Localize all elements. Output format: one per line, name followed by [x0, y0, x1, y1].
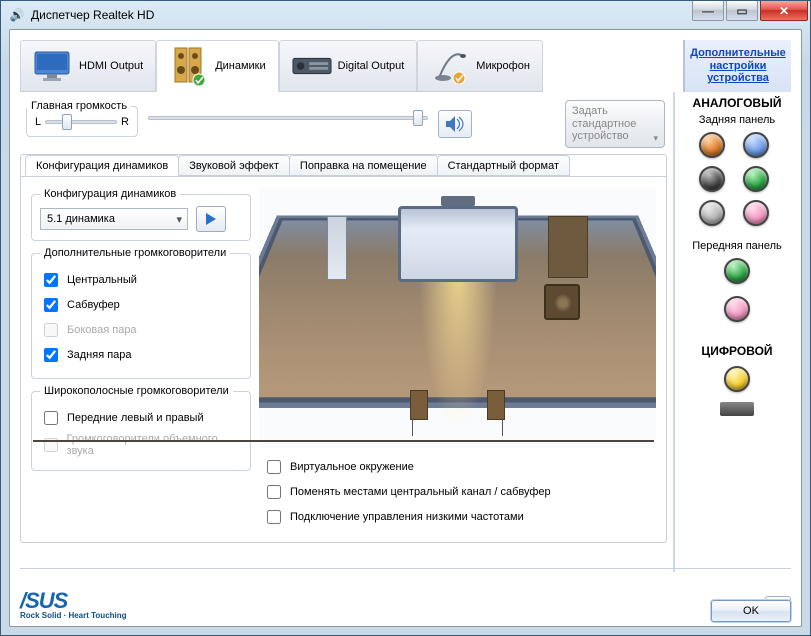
speaker-layout-illustration[interactable] [259, 188, 656, 448]
subtab-sound-effect[interactable]: Звуковой эффект [178, 155, 290, 176]
close-button[interactable]: ✕ [760, 1, 808, 21]
fullrange-speakers-group: Широкополосные громкоговорители Передние… [31, 385, 251, 471]
checkbox-bass-management[interactable]: Подключение управления низкими частотами [263, 507, 656, 527]
checkbox-subwoofer[interactable]: Сабвуфер [40, 295, 242, 315]
subtab-speaker-config[interactable]: Конфигурация динамиков [25, 155, 179, 176]
room-front-left [327, 216, 347, 280]
volume-slider[interactable] [148, 116, 428, 120]
speakers-icon [169, 48, 209, 84]
app-window: 🔊 Диспетчер Realtek HD — ▭ ✕ HDMI Output… [0, 0, 811, 636]
checkbox-swap-center-sub[interactable]: Поменять местами центральный канал / саб… [263, 482, 656, 502]
speaker-config-legend: Конфигурация динамиков [40, 188, 180, 200]
monitor-icon [33, 48, 73, 84]
jack-back-blue[interactable] [743, 132, 769, 158]
tab-hdmi-output[interactable]: HDMI Output [20, 40, 156, 92]
checkbox-virtual-surround[interactable]: Виртуальное окружение [263, 457, 656, 477]
maximize-button[interactable]: ▭ [726, 1, 758, 21]
room-center-speaker [441, 196, 475, 206]
speaker-config-select[interactable]: 5.1 динамика [40, 208, 188, 230]
minimize-button[interactable]: — [692, 1, 724, 21]
jack-back-pink[interactable] [743, 200, 769, 226]
tab-hdmi-label: HDMI Output [79, 60, 143, 72]
jack-digital-coax[interactable] [724, 366, 750, 392]
back-panel-label: Задняя панель [683, 114, 791, 126]
room-rear-left [410, 390, 428, 420]
main-volume-group: Главная громкость L R [26, 100, 138, 137]
config-panel: Конфигурация динамиков Звуковой эффект П… [20, 154, 667, 543]
balance-left-label: L [35, 116, 41, 128]
checkbox-center[interactable]: Центральный [40, 270, 242, 290]
device-tabs: HDMI Output Динамики Digital Output Микр… [20, 40, 791, 92]
speaker-config-group: Конфигурация динамиков 5.1 динамика [31, 188, 251, 241]
main-volume-legend: Главная громкость [27, 100, 131, 112]
ok-button[interactable]: OK [711, 600, 791, 622]
subtab-default-format[interactable]: Стандартный формат [437, 155, 570, 176]
vendor-tagline: Rock Solid · Heart Touching [20, 611, 127, 620]
front-panel-label: Передняя панель [683, 240, 791, 252]
fullrange-legend: Широкополосные громкоговорители [40, 385, 233, 397]
tab-microphone[interactable]: Микрофон [417, 40, 543, 92]
jack-back-grey[interactable] [699, 200, 725, 226]
footer: /SUS Rock Solid · Heart Touching i OK [20, 574, 791, 620]
vendor-logo: /SUS [20, 591, 127, 611]
analog-title: АНАЛОГОВЫЙ [683, 96, 791, 110]
checkbox-front-lr[interactable]: Передние левый и правый [40, 408, 242, 428]
optional-speakers-legend: Дополнительные громкоговорители [40, 247, 230, 259]
test-play-button[interactable] [196, 206, 226, 232]
tab-digital-output[interactable]: Digital Output [279, 40, 418, 92]
tab-speakers[interactable]: Динамики [156, 40, 278, 92]
room-tv [398, 206, 518, 282]
room-rear-right [487, 390, 505, 420]
titlebar[interactable]: 🔊 Диспетчер Realtek HD — ▭ ✕ [1, 1, 810, 29]
mute-button[interactable] [438, 110, 472, 138]
jack-back-black[interactable] [699, 166, 725, 192]
jack-back-green[interactable] [743, 166, 769, 192]
tab-mic-label: Микрофон [476, 60, 530, 72]
jack-front-green[interactable] [724, 258, 750, 284]
receiver-icon [292, 48, 332, 84]
balance-right-label: R [121, 116, 129, 128]
device-advanced-link-box: Дополнительные настройки устройства [683, 40, 791, 92]
room-front-right [548, 216, 588, 278]
checkbox-surround: Громкоговорители объемного звука [40, 433, 242, 457]
balance-slider[interactable] [45, 120, 117, 124]
set-default-device-dropdown[interactable]: Задать стандартное устройство [565, 100, 665, 148]
microphone-icon [430, 48, 470, 84]
app-icon: 🔊 [9, 7, 25, 23]
checkbox-rear-pair[interactable]: Задняя пара [40, 345, 242, 365]
digital-connector-icon [720, 402, 754, 416]
connector-panel: АНАЛОГОВЫЙ Задняя панель Передняя панель… [673, 92, 791, 572]
client-area: HDMI Output Динамики Digital Output Микр… [9, 29, 802, 627]
jack-front-pink[interactable] [724, 296, 750, 322]
room-subwoofer [544, 284, 580, 320]
jack-back-orange[interactable] [699, 132, 725, 158]
tab-digital-label: Digital Output [338, 60, 405, 72]
subtab-room-correction[interactable]: Поправка на помещение [289, 155, 438, 176]
tab-speakers-label: Динамики [215, 60, 265, 72]
checkbox-side-pair: Боковая пара [40, 320, 242, 340]
digital-title: ЦИФРОВОЙ [683, 344, 791, 358]
optional-speakers-group: Дополнительные громкоговорители Централь… [31, 247, 251, 379]
device-advanced-link[interactable]: Дополнительные настройки устройства [689, 47, 787, 85]
